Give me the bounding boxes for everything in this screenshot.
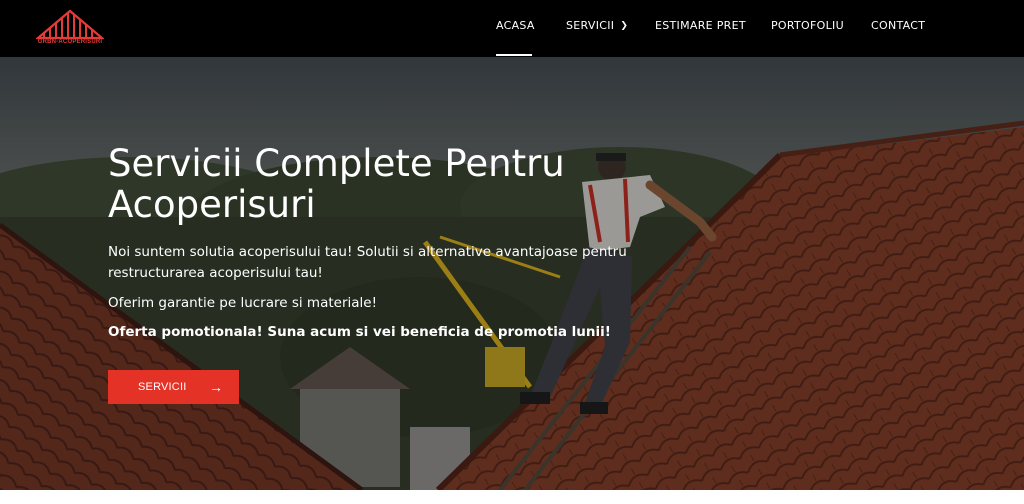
nav-item-servicii-label: SERVICII — [566, 19, 615, 32]
nav-item-portofoliu[interactable]: PORTOFOLIU — [771, 19, 844, 32]
hero-title: Servicii Complete Pentru Acoperisuri — [108, 143, 668, 225]
hero-title-line1: Servicii Complete Pentru — [108, 142, 565, 185]
page-bottom-band — [0, 490, 1024, 504]
nav-active-underline — [496, 54, 532, 56]
nav-item-servicii[interactable]: SERVICII ❯ — [566, 19, 628, 32]
chevron-down-icon: ❯ — [620, 21, 629, 31]
hero-title-line2: Acoperisuri — [108, 183, 316, 226]
hero-promo-text: Oferta pomotionala! Suna acum si vei ben… — [108, 324, 611, 340]
hero-paragraph-1: Noi suntem solutia acoperisului tau! Sol… — [108, 244, 627, 281]
arrow-right-icon: → — [209, 379, 223, 395]
top-navbar: GRBN-ACOPERISURI ACASA SERVICII ❯ ESTIMAR… — [0, 0, 1024, 57]
servicii-cta-button[interactable]: SERVICII → — [108, 370, 239, 404]
logo-text: GRBN-ACOPERISURI — [37, 39, 103, 45]
logo-house-icon — [34, 9, 106, 40]
site-logo[interactable]: GRBN-ACOPERISURI — [34, 8, 106, 48]
hero-paragraph-2: Oferim garantie pe lucrare si materiale! — [108, 295, 377, 311]
nav-item-estimare-pret[interactable]: ESTIMARE PRET — [655, 19, 746, 32]
nav-item-acasa[interactable]: ACASA — [496, 19, 535, 32]
nav-item-contact[interactable]: CONTACT — [871, 19, 925, 32]
servicii-cta-label: SERVICII — [138, 381, 187, 393]
